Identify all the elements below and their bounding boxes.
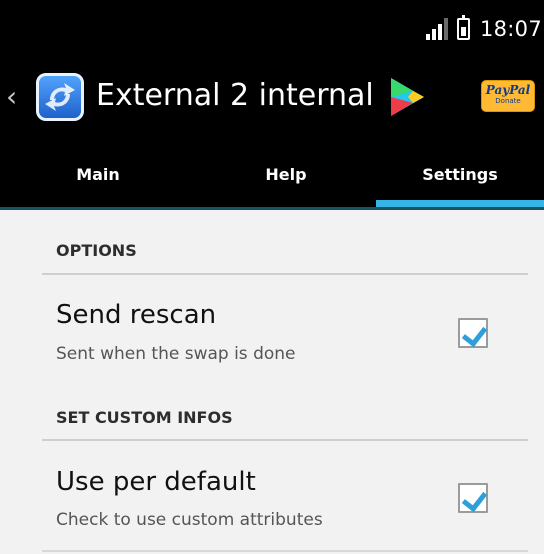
tab-help[interactable]: Help [196,138,376,210]
checkmark-icon [461,320,488,348]
status-bar: 18:07 [0,0,544,56]
setting-summary: Sent when the swap is done [56,344,296,364]
setting-summary: Check to use custom attributes [56,510,323,530]
paypal-donate-button[interactable]: PayPal Donate [481,80,535,112]
action-bar: ‹ External 2 internal PayPal Donate [0,56,544,138]
google-play-icon[interactable] [384,75,428,119]
battery-icon [456,15,470,40]
tab-main[interactable]: Main [0,138,196,210]
use-per-default-checkbox[interactable] [458,483,488,513]
section-header-custom-infos: SET CUSTOM INFOS [56,408,233,427]
tab-divider [0,207,544,210]
back-chevron-icon[interactable]: ‹ [6,83,17,111]
app-title: External 2 internal [96,78,374,113]
send-rescan-checkbox[interactable] [458,318,488,348]
sync-arrows-icon [45,83,75,111]
selected-tab-indicator [376,200,544,207]
clock: 18:07 [479,17,542,41]
item-divider [42,550,528,552]
checkmark-icon [461,485,488,513]
signal-icon [425,18,448,40]
setting-title: Use per default [56,467,256,497]
paypal-logo-text: PayPal [485,83,531,97]
app-icon[interactable] [36,73,84,121]
paypal-donate-label: Donate [495,97,521,105]
section-header-options: OPTIONS [56,241,137,260]
setting-title: Send rescan [56,300,217,330]
section-divider [42,273,528,275]
status-icons: 18:07 [425,15,542,43]
section-divider [42,439,528,441]
